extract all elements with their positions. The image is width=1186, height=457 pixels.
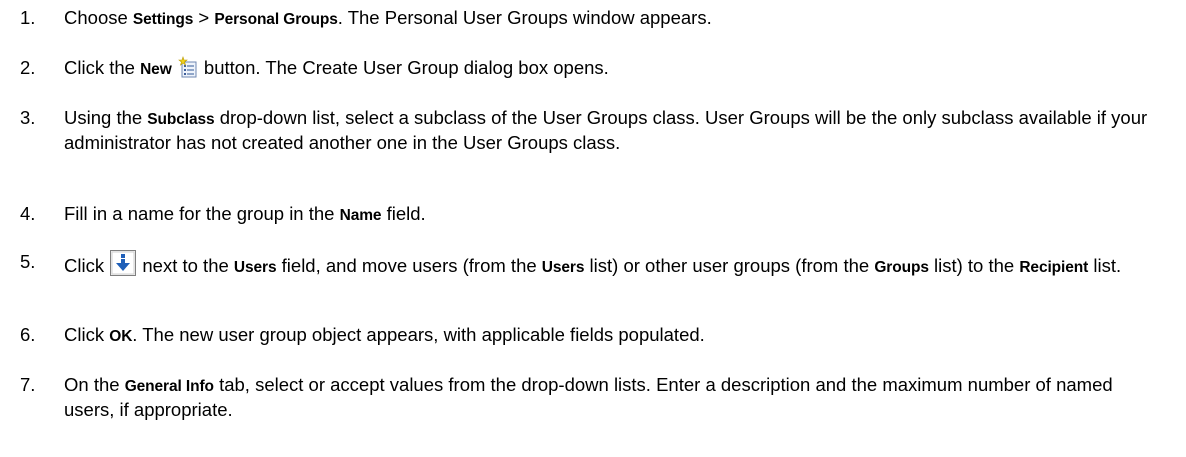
- step-number: 1.: [20, 7, 36, 28]
- step-text: Choose Settings > Personal Groups. The P…: [64, 6, 1164, 31]
- text-run: Using the: [64, 107, 148, 128]
- step-number: 6.: [20, 324, 36, 345]
- down-arrow-icon: [110, 250, 137, 281]
- step-text: Click next to the Users field, and move …: [64, 250, 1164, 281]
- ui-term-subclass: Subclass: [147, 111, 215, 128]
- text-run: >: [193, 7, 215, 28]
- ui-term-personal-groups: Personal Groups: [214, 11, 338, 28]
- text-run: field, and move users (from the: [276, 255, 542, 276]
- text-run: [172, 57, 177, 78]
- text-run: tab, select or accept values from the dr…: [64, 374, 1113, 420]
- ui-term-groups: Groups: [874, 259, 929, 276]
- step-number: 5.: [20, 251, 36, 272]
- step-text: Click the New button. The Create User Gr…: [64, 56, 1164, 83]
- text-run: drop-down list, select a subclass of the…: [64, 107, 1148, 153]
- step-text: Click OK. The new user group object appe…: [64, 323, 1164, 348]
- ui-term-settings: Settings: [132, 11, 194, 28]
- ui-term-users: Users: [541, 259, 585, 276]
- ui-term-new: New: [140, 61, 172, 78]
- text-run: . The new user group object appears, wit…: [132, 324, 705, 345]
- step-text: Using the Subclass drop-down list, selec…: [64, 106, 1164, 154]
- text-run: list) or other user groups (from the: [584, 255, 875, 276]
- step-text: On the General Info tab, select or accep…: [64, 373, 1164, 421]
- text-run: list.: [1088, 255, 1122, 276]
- text-run: field.: [381, 203, 426, 224]
- step-number: 2.: [20, 57, 36, 78]
- text-run: next to the: [137, 255, 234, 276]
- text-run: On the: [64, 374, 125, 395]
- text-run: Click the: [64, 57, 141, 78]
- new-document-icon: [177, 56, 198, 83]
- text-run: Choose: [64, 7, 133, 28]
- ui-term-name: Name: [339, 207, 382, 224]
- ui-term-recipient: Recipient: [1019, 259, 1089, 276]
- text-run: Click: [64, 255, 110, 276]
- text-run: . The Personal User Groups window appear…: [337, 7, 712, 28]
- step-number: 4.: [20, 203, 36, 224]
- ui-term-ok: OK: [109, 328, 133, 345]
- text-run: list) to the: [928, 255, 1020, 276]
- step-number: 7.: [20, 374, 36, 395]
- step-number: 3.: [20, 107, 36, 128]
- text-run: Click: [64, 324, 110, 345]
- step-text: Fill in a name for the group in the Name…: [64, 202, 1164, 227]
- ui-term-users: Users: [233, 259, 277, 276]
- text-run: Fill in a name for the group in the: [64, 203, 340, 224]
- text-run: button. The Create User Group dialog box…: [198, 57, 609, 78]
- ui-term-general-info: General Info: [124, 378, 214, 395]
